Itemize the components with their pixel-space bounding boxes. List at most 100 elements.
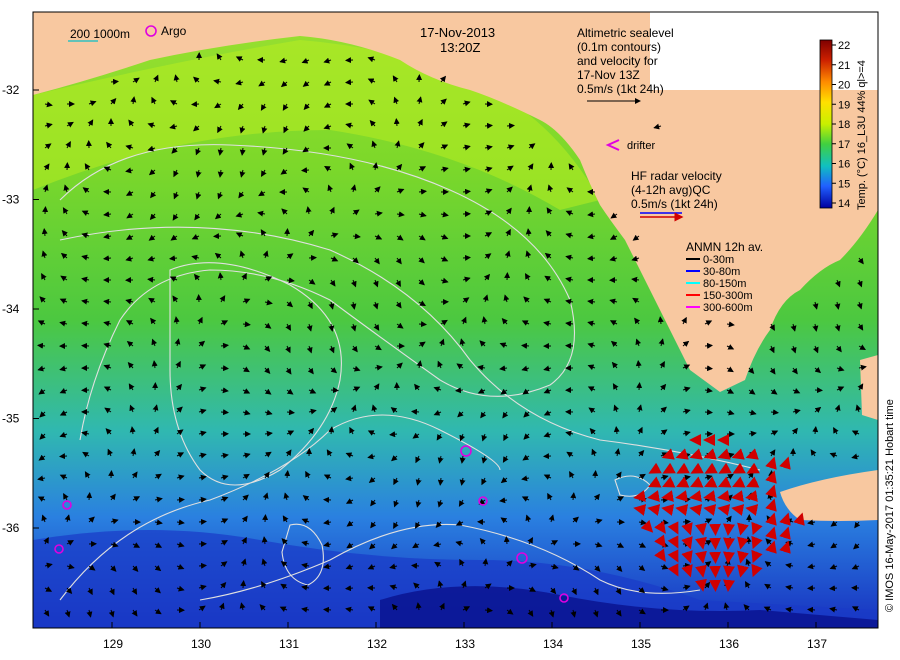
velocity-arrow [660, 496, 669, 503]
velocity-arrow [345, 79, 354, 86]
x-tick-label: 129 [103, 637, 123, 651]
colorbar-tick-label: 14 [838, 198, 850, 210]
x-tick-label: 131 [279, 637, 299, 651]
colorbar-tick-label: 22 [838, 40, 850, 52]
velocity-arrow [108, 470, 115, 479]
x-tick-label: 134 [543, 637, 563, 651]
hf-radar-arrow [723, 565, 735, 578]
velocity-arrow [220, 365, 229, 372]
hf-radar-arrow [723, 523, 735, 536]
altimetry-line: (0.1m contours) [577, 40, 661, 54]
velocity-arrow [636, 382, 643, 391]
anmn-legend-label: 150-300m [703, 290, 753, 302]
velocity-arrow [411, 408, 420, 415]
velocity-arrow [59, 453, 68, 460]
anmn-legend-label: 0-30m [703, 254, 734, 266]
x-tick-label: 136 [719, 637, 739, 651]
velocity-arrow [345, 585, 354, 592]
velocity-arrow [330, 387, 339, 394]
ocean-temperature-map: 200 1000m Argo 17-Nov-2013 13:20Z Altime… [0, 0, 900, 660]
velocity-arrow [418, 321, 427, 328]
map-time: 13:20Z [440, 40, 481, 55]
velocity-arrow [768, 470, 775, 479]
altimetry-line: 17-Nov 13Z [577, 68, 640, 82]
velocity-arrow [191, 101, 200, 108]
hf-radar-line: (4-12h avg)QC [631, 183, 711, 197]
velocity-arrow [284, 228, 291, 237]
colorbar-tick-label: 16 [838, 159, 850, 171]
velocity-arrow [176, 496, 185, 503]
velocity-arrow [704, 342, 713, 349]
velocity-arrow [506, 122, 515, 129]
x-tick-label: 132 [367, 637, 387, 651]
y-tick-label: -33 [2, 193, 20, 207]
colorbar-tick-label: 17 [838, 139, 850, 151]
altimetry-line: Altimetric sealevel [577, 26, 674, 40]
hf-radar-arrow [709, 565, 721, 578]
hf-radar-arrow [723, 579, 735, 592]
velocity-arrow [503, 536, 510, 545]
x-tick-label: 130 [191, 637, 211, 651]
peninsula-tip [860, 355, 878, 420]
altimetry-line: 0.5m/s (1kt 24h) [577, 82, 664, 96]
x-tick-label: 135 [631, 637, 651, 651]
hf-radar-legend: HF radar velocity (4-12h avg)QC 0.5m/s (… [631, 169, 722, 222]
colorbar-label: Temp. (°C) 16_L3U 44% ql>=4 [856, 60, 868, 210]
hf-radar-arrow [709, 579, 721, 592]
velocity-arrow [284, 470, 291, 479]
velocity-arrow [462, 188, 471, 195]
velocity-arrow [110, 78, 119, 85]
hf-radar-line: 0.5m/s (1kt 24h) [631, 197, 718, 211]
velocity-arrow [323, 606, 332, 613]
plot-area [32, 11, 879, 629]
velocity-arrow [704, 409, 713, 416]
colorbar-ramp [819, 39, 833, 209]
velocity-arrow [704, 365, 713, 372]
x-tick-label: 133 [455, 637, 475, 651]
velocity-arrow [198, 518, 207, 525]
velocity-arrow [393, 118, 400, 127]
velocity-arrow [829, 585, 838, 592]
colorbar-tick-label: 21 [838, 60, 850, 72]
velocity-arrow [484, 607, 493, 614]
hf-radar-arrow [709, 537, 721, 550]
velocity-arrow [682, 518, 691, 525]
velocity-arrow [682, 562, 691, 569]
y-tick-label: -35 [2, 412, 20, 426]
anmn-legend-label: 30-80m [703, 266, 740, 278]
anmn-legend-label: 80-150m [703, 278, 746, 290]
isobath-legend-label: 200 1000m [70, 27, 130, 41]
velocity-arrow [198, 562, 207, 569]
credit-text: © IMOS 16-May-2017 01:35:21 Hobart time [884, 399, 896, 612]
colorbar-tick-label: 15 [838, 178, 850, 190]
y-tick-label: -34 [2, 302, 20, 316]
y-tick-label: -36 [2, 521, 20, 535]
velocity-arrow [240, 580, 247, 589]
velocity-arrow [220, 409, 229, 416]
velocity-arrow [42, 206, 49, 215]
velocity-arrow [484, 122, 493, 129]
anmn-legend-title: ANMN 12h av. [686, 240, 763, 254]
colorbar-tick-label: 18 [838, 119, 850, 131]
colorbar-tick-label: 19 [838, 99, 850, 111]
hf-radar-line: HF radar velocity [631, 169, 722, 183]
colorbar-tick-label: 20 [838, 80, 850, 92]
velocity-arrow [86, 492, 93, 501]
velocity-arrow [462, 254, 471, 261]
temperature-colorbar: 22 21 20 19 18 17 16 15 14 Temp. (°C) 16_L3U 44%… [819, 39, 868, 210]
argo-legend-label: Argo [161, 24, 187, 38]
y-tick-label: -32 [2, 83, 20, 97]
hf-radar-arrow [709, 523, 721, 536]
anmn-legend-label: 300-600m [703, 302, 753, 314]
map-date: 17-Nov-2013 [420, 25, 495, 40]
velocity-arrow [411, 562, 420, 569]
x-tick-label: 137 [807, 637, 827, 651]
velocity-arrow [262, 514, 269, 523]
velocity-arrow [592, 470, 599, 479]
hf-radar-arrow [723, 551, 735, 564]
velocity-arrow [521, 342, 530, 349]
hf-radar-arrow [723, 537, 735, 550]
hf-radar-arrow [709, 551, 721, 564]
velocity-arrow [301, 167, 310, 174]
velocity-arrow [807, 606, 816, 613]
